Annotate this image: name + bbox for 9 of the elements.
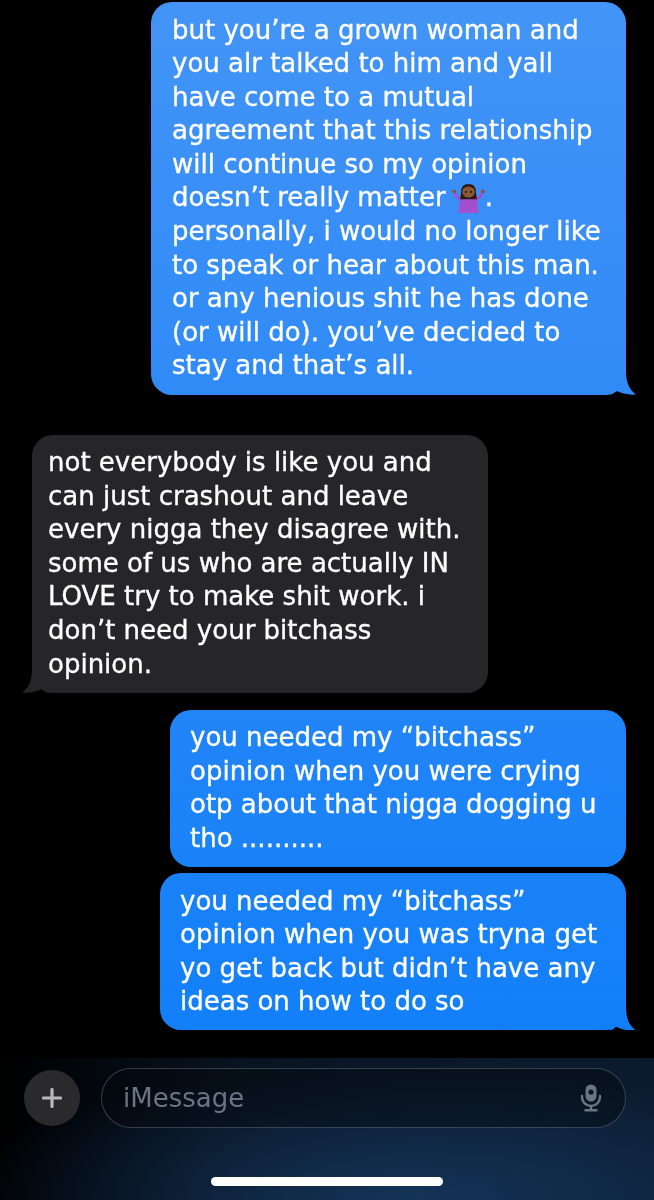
plus-icon [42, 1088, 62, 1108]
message-text: not everybody is like you and can just crashout and leave every nigga they disagree with. some of us who are actually IN LOVE try to make shit work. i don’t need your bitchass opinion. [48, 446, 462, 681]
message-text: you needed my “bitchass” opinion when you was tryna get yo get back but didn’t have any ideas on how to do so [180, 884, 599, 1019]
message-text: you needed my “bitchass” opinion when you were crying otp about that nigga dogging u tho .......... [190, 721, 598, 855]
microphone-icon[interactable] [580, 1084, 602, 1112]
message-text: but you’re a grown woman and you alr talked to him and yall have come to a mutual agreement that this relationship will continue so my opinion doesn’t really matter . personally, i would no longer like to speak or hear about this man. or any henious shit he has done (or will do). you’ve decided to stay and that’s all. [172, 13, 602, 383]
message-field[interactable]: iMessage [101, 1068, 626, 1128]
add-button[interactable] [24, 1070, 80, 1126]
shrugging-person-icon [451, 182, 485, 214]
